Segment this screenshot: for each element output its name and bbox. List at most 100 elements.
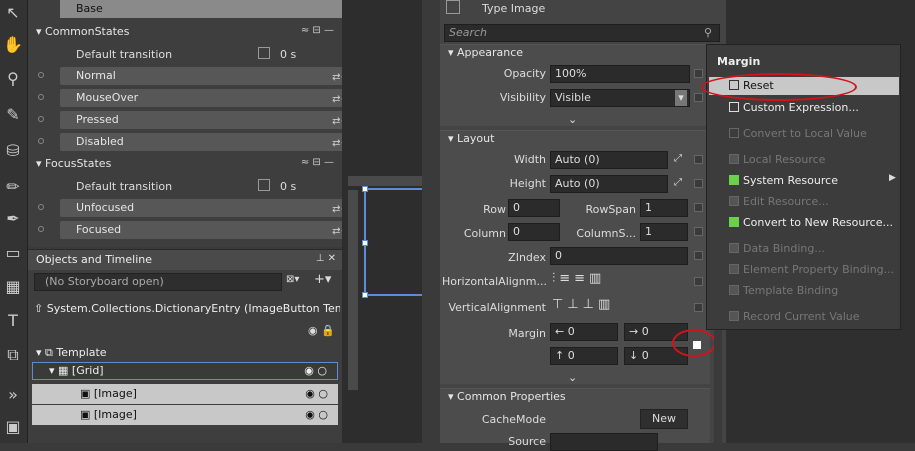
opacity-field[interactable]: 100% — [550, 65, 690, 83]
advanced-options-icon[interactable] — [694, 203, 703, 212]
section-header[interactable]: ▾ Common Properties — [448, 389, 566, 405]
base-state[interactable]: Base — [60, 0, 368, 18]
selection-tool-icon[interactable]: ↖ — [2, 2, 24, 24]
auto-size-icon[interactable]: ⤢ — [674, 153, 682, 164]
transition-duration[interactable]: 0 s — [280, 180, 296, 193]
advanced-options-icon[interactable] — [694, 277, 703, 286]
state-group-tools-icon[interactable]: ≈ ⊟ — — [301, 157, 334, 168]
menu-item-local-resource[interactable]: Local Resource — [709, 151, 899, 169]
state-record-dot[interactable] — [38, 204, 44, 210]
transition-easing-icon[interactable] — [258, 47, 270, 59]
selection-adorner[interactable] — [364, 188, 422, 296]
grid-tool-icon[interactable]: ▦ — [2, 276, 24, 298]
resize-handle[interactable] — [362, 292, 368, 298]
state-record-dot[interactable] — [38, 116, 44, 122]
auto-size-icon[interactable]: ⤢ — [674, 177, 682, 188]
storyboard-picker[interactable]: (No Storyboard open) — [34, 273, 282, 291]
states-panel: Base ▾ CommonStates ≈ ⊟ — Default transi… — [28, 0, 368, 247]
pan-tool-icon[interactable]: ✋ — [2, 34, 24, 56]
expand-chevron-icon[interactable]: ⌄ — [568, 113, 577, 126]
state-pressed[interactable]: Pressed⇄+ — — [60, 111, 368, 129]
state-normal[interactable]: Normal⇄+ — — [60, 67, 368, 85]
width-label: Width — [514, 153, 546, 166]
advanced-options-icon[interactable] — [694, 251, 703, 260]
state-group-focus[interactable]: ▾ FocusStates — [28, 154, 342, 174]
search-input[interactable]: Search — [444, 24, 720, 42]
paint-bucket-icon[interactable]: ⛁ — [2, 140, 24, 162]
more-tools-icon[interactable]: » — [2, 384, 24, 406]
column-field[interactable]: 0 — [508, 223, 560, 241]
menu-item-template-binding[interactable]: Template Binding — [709, 282, 899, 300]
margin-top-field[interactable]: ↑ 0 — [550, 347, 618, 365]
source-select[interactable] — [550, 433, 658, 451]
visibility-eye-icon[interactable]: ◉ 🔒 — [308, 324, 335, 337]
height-field[interactable]: Auto (0) — [550, 175, 668, 193]
state-record-dot[interactable] — [38, 72, 44, 78]
state-record-dot[interactable] — [38, 94, 44, 100]
assets-tool-icon[interactable]: ▣ — [2, 416, 24, 438]
transition-easing-icon[interactable] — [258, 179, 270, 191]
artboard[interactable] — [342, 0, 422, 443]
tree-node-image[interactable]: ▣ [Image] ◉ ○ — [32, 405, 338, 425]
zoom-tool-icon[interactable]: ⚲ — [2, 68, 24, 90]
transition-duration[interactable]: 0 s — [280, 48, 296, 61]
panel-title: Objects and Timeline — [28, 250, 342, 270]
tree-node-image[interactable]: ▣ [Image] ◉ ○ — [32, 384, 338, 404]
resize-handle[interactable] — [362, 240, 368, 246]
state-record-dot[interactable] — [38, 138, 44, 144]
margin-left-field[interactable]: ← 0 — [550, 323, 618, 341]
advanced-options-icon[interactable] — [694, 303, 703, 312]
resize-handle[interactable] — [362, 186, 368, 192]
valign-buttons[interactable]: ⊤⊥⊥▥ — [552, 297, 614, 312]
highlight-circle — [672, 329, 716, 357]
text-tool-icon[interactable]: T — [2, 310, 24, 332]
brush-tool-icon[interactable]: ✏ — [2, 176, 24, 198]
panel-splitter[interactable] — [422, 0, 440, 443]
pen-tool-icon[interactable]: ✒ — [2, 208, 24, 230]
state-group-tools-icon[interactable]: ≈ ⊟ — — [301, 25, 334, 36]
state-disabled[interactable]: Disabled⇄+ — — [60, 133, 368, 151]
scope-entry[interactable]: ⇧ System.Collections.DictionaryEntry (Im… — [34, 302, 340, 315]
advanced-options-icon[interactable] — [694, 69, 703, 78]
zindex-field[interactable]: 0 — [550, 247, 688, 265]
rowspan-field[interactable]: 1 — [640, 199, 688, 217]
expand-chevron-icon[interactable]: ⌄ — [568, 371, 577, 384]
menu-item-convert-new-resource[interactable]: Convert to New Resource... — [709, 214, 899, 232]
visibility-select[interactable]: Visible ▾ — [550, 89, 690, 107]
menu-item-edit-resource[interactable]: Edit Resource... — [709, 193, 899, 211]
storyboard-close-icon[interactable]: ⊠▾ — [286, 274, 299, 285]
add-storyboard-icon[interactable]: +▾ — [314, 272, 331, 287]
layout-section: ▾ Layout Width Auto (0) ⤢ Height Auto (0… — [440, 130, 716, 384]
convert-icon — [729, 128, 739, 138]
panel-pin-icon[interactable]: ⊥ ✕ — [316, 253, 336, 264]
state-mouseover[interactable]: MouseOver⇄+ — — [60, 89, 368, 107]
row-field[interactable]: 0 — [508, 199, 560, 217]
default-transition-label: Default transition — [76, 180, 173, 193]
section-header[interactable]: ▾ Layout — [448, 131, 494, 147]
rectangle-tool-icon[interactable]: ▭ — [2, 242, 24, 264]
tree-node-template[interactable]: ▾ ⧉ Template — [36, 346, 107, 360]
halign-buttons[interactable]: ⫶≡≡▥ — [552, 271, 605, 286]
advanced-options-icon[interactable] — [694, 227, 703, 236]
advanced-options-icon[interactable] — [694, 179, 703, 188]
state-record-dot[interactable] — [38, 226, 44, 232]
columnspan-field[interactable]: 1 — [640, 223, 688, 241]
tree-node-grid[interactable]: ▾ ▦ [Grid] ◉ ○ — [32, 362, 338, 380]
menu-item-record-value[interactable]: Record Current Value — [709, 308, 899, 326]
menu-item-convert-local[interactable]: Convert to Local Value — [709, 125, 899, 143]
state-group-common[interactable]: ▾ CommonStates — [28, 22, 342, 42]
zindex-label: ZIndex — [508, 251, 546, 264]
new-button[interactable]: New — [640, 409, 688, 429]
advanced-options-icon[interactable] — [694, 93, 703, 102]
menu-item-element-binding[interactable]: Element Property Binding... — [709, 261, 899, 279]
menu-item-system-resource[interactable]: System Resource ▶ — [709, 172, 899, 190]
state-unfocused[interactable]: Unfocused⇄+ — — [60, 199, 368, 217]
controls-tool-icon[interactable]: ⧉ — [2, 344, 24, 366]
advanced-options-icon[interactable] — [694, 155, 703, 164]
menu-item-data-binding[interactable]: Data Binding... — [709, 240, 899, 258]
menu-item-custom-expression[interactable]: Custom Expression... — [709, 99, 899, 117]
width-field[interactable]: Auto (0) — [550, 151, 668, 169]
eyedropper-tool-icon[interactable]: ✎ — [2, 104, 24, 126]
section-header[interactable]: ▾ Appearance — [448, 45, 523, 61]
state-focused[interactable]: Focused⇄+ — — [60, 221, 368, 239]
